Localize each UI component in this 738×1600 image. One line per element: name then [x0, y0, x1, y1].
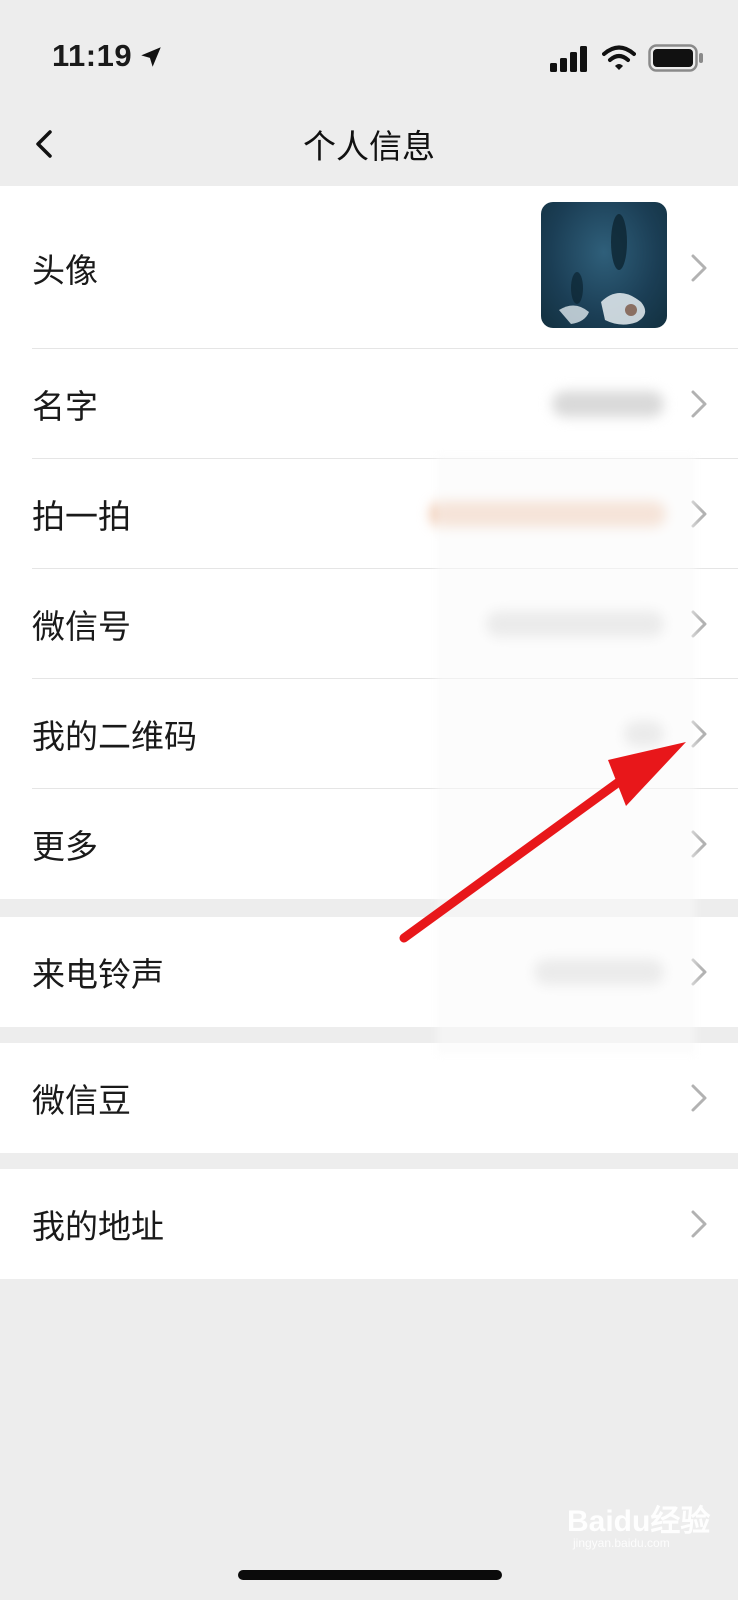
cellular-signal-icon — [550, 46, 587, 72]
row-label-ringtone: 来电铃声 — [32, 956, 164, 993]
blurred-name-value — [552, 391, 664, 417]
row-label-wechat-id: 微信号 — [32, 608, 131, 645]
row-name[interactable]: 名字 — [0, 349, 738, 459]
wechat-beans-group: 微信豆 — [0, 1043, 738, 1153]
status-time: 11:19 — [52, 38, 133, 73]
wifi-icon — [602, 45, 636, 70]
chevron-right-icon — [691, 254, 707, 281]
row-label-avatar: 头像 — [32, 251, 98, 289]
battery-icon — [648, 44, 703, 72]
baidu-watermark: Baidu经验 — [567, 1505, 711, 1538]
row-label-my-address: 我的地址 — [32, 1208, 164, 1245]
row-label-wechat-beans: 微信豆 — [32, 1082, 131, 1119]
row-my-address[interactable]: 我的地址 — [0, 1169, 738, 1279]
row-wechat-beans[interactable]: 微信豆 — [0, 1043, 738, 1153]
status-bar: 11:19 — [0, 0, 738, 110]
row-label-more: 更多 — [32, 828, 98, 865]
red-arrow-icon — [399, 742, 686, 943]
chevron-right-icon — [691, 1084, 707, 1112]
row-label-pat: 拍一拍 — [32, 498, 131, 535]
address-group: 我的地址 — [0, 1169, 738, 1279]
chevron-right-icon — [691, 1210, 707, 1238]
location-arrow-icon — [141, 47, 161, 67]
avatar-image — [541, 202, 667, 328]
nav-bar: 个人信息 — [0, 100, 738, 188]
home-indicator — [238, 1570, 502, 1580]
chevron-right-icon — [691, 390, 707, 418]
baidu-watermark-url: jingyan.baidu.com — [573, 1536, 670, 1550]
row-label-qr-code: 我的二维码 — [32, 718, 197, 755]
page-title: 个人信息 — [303, 128, 435, 165]
row-avatar[interactable]: 头像 — [0, 186, 738, 349]
row-label-name: 名字 — [32, 388, 98, 425]
